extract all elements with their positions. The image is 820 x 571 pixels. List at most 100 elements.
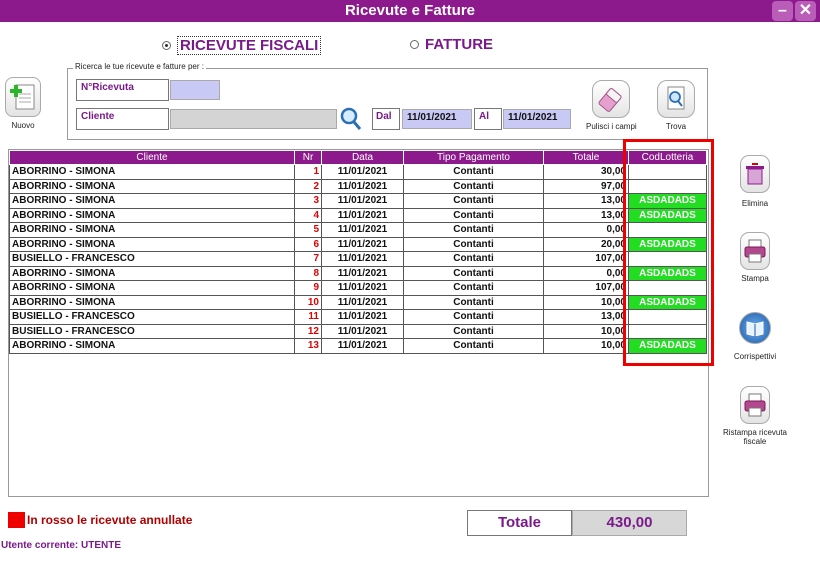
window-controls: – ✕ <box>772 1 816 21</box>
cell-codlotteria: ASDADADS <box>628 338 707 354</box>
cliente-input[interactable] <box>170 109 337 129</box>
table-row[interactable]: ABORRINO - SIMONA 6 11/01/2021 Contanti 20,0… <box>9 236 707 252</box>
cell-codlotteria <box>628 164 707 180</box>
cell-nr: 4 <box>294 207 322 223</box>
cell-nr: 3 <box>294 193 322 209</box>
header-codlotteria[interactable]: CodLotteria <box>628 150 707 165</box>
cell-codlotteria: ASDADADS <box>628 207 707 223</box>
header-nr[interactable]: Nr <box>294 150 322 165</box>
cell-nr: 7 <box>294 251 322 267</box>
table-row[interactable]: ABORRINO - SIMONA 2 11/01/2021 Contanti 97,0… <box>9 178 707 194</box>
receipts-grid: Cliente Nr Data Tipo Pagamento Totale Co… <box>8 149 709 497</box>
receipts-table: Cliente Nr Data Tipo Pagamento Totale Co… <box>9 150 707 354</box>
cell-codlotteria <box>628 178 707 194</box>
radio-ricevute-label: RICEVUTE FISCALI <box>177 36 322 55</box>
cell-nr: 10 <box>294 294 322 310</box>
table-row[interactable]: BUSIELLO - FRANCESCO 11 11/01/2021 Contanti… <box>9 309 707 325</box>
cell-data: 11/01/2021 <box>321 265 404 281</box>
search-icon[interactable] <box>339 106 363 137</box>
nuovo-button[interactable]: Nuovo <box>5 77 41 130</box>
cell-data: 11/01/2021 <box>321 207 404 223</box>
search-legend: Ricerca le tue ricevute e fatture per : <box>73 62 206 71</box>
table-row[interactable]: BUSIELLO - FRANCESCO 7 11/01/2021 Contanti 1… <box>9 251 707 267</box>
radio-ricevute-fiscali[interactable]: RICEVUTE FISCALI <box>162 36 322 55</box>
header-tipo-pagamento[interactable]: Tipo Pagamento <box>403 150 544 165</box>
cell-codlotteria: ASDADADS <box>628 236 707 252</box>
cell-totale: 97,00 <box>543 178 629 194</box>
cell-codlotteria: ASDADADS <box>628 294 707 310</box>
cell-nr: 2 <box>294 178 322 194</box>
table-row[interactable]: ABORRINO - SIMONA 10 11/01/2021 Contanti 10,… <box>9 294 707 310</box>
table-row[interactable]: BUSIELLO - FRANCESCO 12 11/01/2021 Contanti… <box>9 323 707 339</box>
nuovo-label: Nuovo <box>11 121 35 130</box>
al-date-input[interactable]: 11/01/2021 <box>503 109 571 129</box>
cell-codlotteria <box>628 309 707 325</box>
header-totale[interactable]: Totale <box>543 150 629 165</box>
cell-tipo-pagamento: Contanti <box>403 265 544 281</box>
current-user-text: Utente corrente: UTENTE <box>1 540 122 551</box>
cell-codlotteria <box>628 222 707 238</box>
cell-data: 11/01/2021 <box>321 323 404 339</box>
stampa-label: Stampa <box>741 274 769 283</box>
cell-cliente: BUSIELLO - FRANCESCO <box>9 251 295 267</box>
cell-tipo-pagamento: Contanti <box>403 309 544 325</box>
window-title-bar: Ricevute e Fatture <box>0 0 820 22</box>
table-row[interactable]: ABORRINO - SIMONA 5 11/01/2021 Contanti 0,00 <box>9 222 707 238</box>
ristampa-label: Ristampa ricevuta fiscale <box>722 428 788 446</box>
book-icon <box>739 312 771 344</box>
radio-fatture[interactable]: FATTURE <box>410 36 493 53</box>
table-body: ABORRINO - SIMONA 1 11/01/2021 Contanti 30,0… <box>9 164 707 354</box>
close-button[interactable]: ✕ <box>795 1 816 21</box>
cell-data: 11/01/2021 <box>321 236 404 252</box>
table-row[interactable]: ABORRINO - SIMONA 9 11/01/2021 Contanti 107,… <box>9 280 707 296</box>
cell-data: 11/01/2021 <box>321 309 404 325</box>
dal-date-input[interactable]: 11/01/2021 <box>402 109 472 129</box>
cell-cliente: ABORRINO - SIMONA <box>9 280 295 296</box>
minimize-button[interactable]: – <box>772 1 793 21</box>
pulisci-label: Pulisci i campi <box>586 122 637 131</box>
cell-cliente: ABORRINO - SIMONA <box>9 236 295 252</box>
table-row[interactable]: ABORRINO - SIMONA 3 11/01/2021 Contanti 13,0… <box>9 193 707 209</box>
header-data[interactable]: Data <box>321 150 404 165</box>
cell-tipo-pagamento: Contanti <box>403 338 544 354</box>
reprint-icon <box>740 386 770 424</box>
cell-codlotteria <box>628 251 707 267</box>
cell-data: 11/01/2021 <box>321 222 404 238</box>
dal-label: Dal <box>372 108 400 130</box>
cell-cliente: ABORRINO - SIMONA <box>9 294 295 310</box>
elimina-button[interactable]: Elimina <box>734 155 776 208</box>
stampa-button[interactable]: Stampa <box>734 232 776 283</box>
cell-tipo-pagamento: Contanti <box>403 178 544 194</box>
header-cliente[interactable]: Cliente <box>9 150 295 165</box>
table-row[interactable]: ABORRINO - SIMONA 8 11/01/2021 Contanti 0,00… <box>9 265 707 281</box>
cell-totale: 10,00 <box>543 294 629 310</box>
cell-tipo-pagamento: Contanti <box>403 251 544 267</box>
find-document-icon <box>657 80 695 118</box>
cell-totale: 107,00 <box>543 251 629 267</box>
table-row[interactable]: ABORRINO - SIMONA 13 11/01/2021 Contanti 10,… <box>9 338 707 354</box>
cell-codlotteria: ASDADADS <box>628 265 707 281</box>
trova-button[interactable]: Trova <box>657 80 695 131</box>
nricevuta-input[interactable] <box>170 80 220 100</box>
cell-data: 11/01/2021 <box>321 178 404 194</box>
cell-totale: 13,00 <box>543 309 629 325</box>
pulisci-campi-button[interactable]: Pulisci i campi <box>586 80 637 131</box>
cell-totale: 13,00 <box>543 207 629 223</box>
cell-data: 11/01/2021 <box>321 338 404 354</box>
cell-nr: 9 <box>294 280 322 296</box>
cell-tipo-pagamento: Contanti <box>403 323 544 339</box>
mode-selector: RICEVUTE FISCALI FATTURE <box>0 36 820 58</box>
ristampa-ricevuta-button[interactable]: Ristampa ricevuta fiscale <box>716 386 794 446</box>
corrispettivi-button[interactable]: Corrispettivi <box>728 312 782 361</box>
cell-data: 11/01/2021 <box>321 164 404 180</box>
cell-tipo-pagamento: Contanti <box>403 164 544 180</box>
cell-tipo-pagamento: Contanti <box>403 280 544 296</box>
cell-totale: 20,00 <box>543 236 629 252</box>
cell-nr: 11 <box>294 309 322 325</box>
cell-tipo-pagamento: Contanti <box>403 207 544 223</box>
elimina-label: Elimina <box>741 199 769 208</box>
table-row[interactable]: ABORRINO - SIMONA 4 11/01/2021 Contanti 13,0… <box>9 207 707 223</box>
cell-nr: 1 <box>294 164 322 180</box>
cell-nr: 12 <box>294 323 322 339</box>
table-row[interactable]: ABORRINO - SIMONA 1 11/01/2021 Contanti 30,0… <box>9 164 707 180</box>
